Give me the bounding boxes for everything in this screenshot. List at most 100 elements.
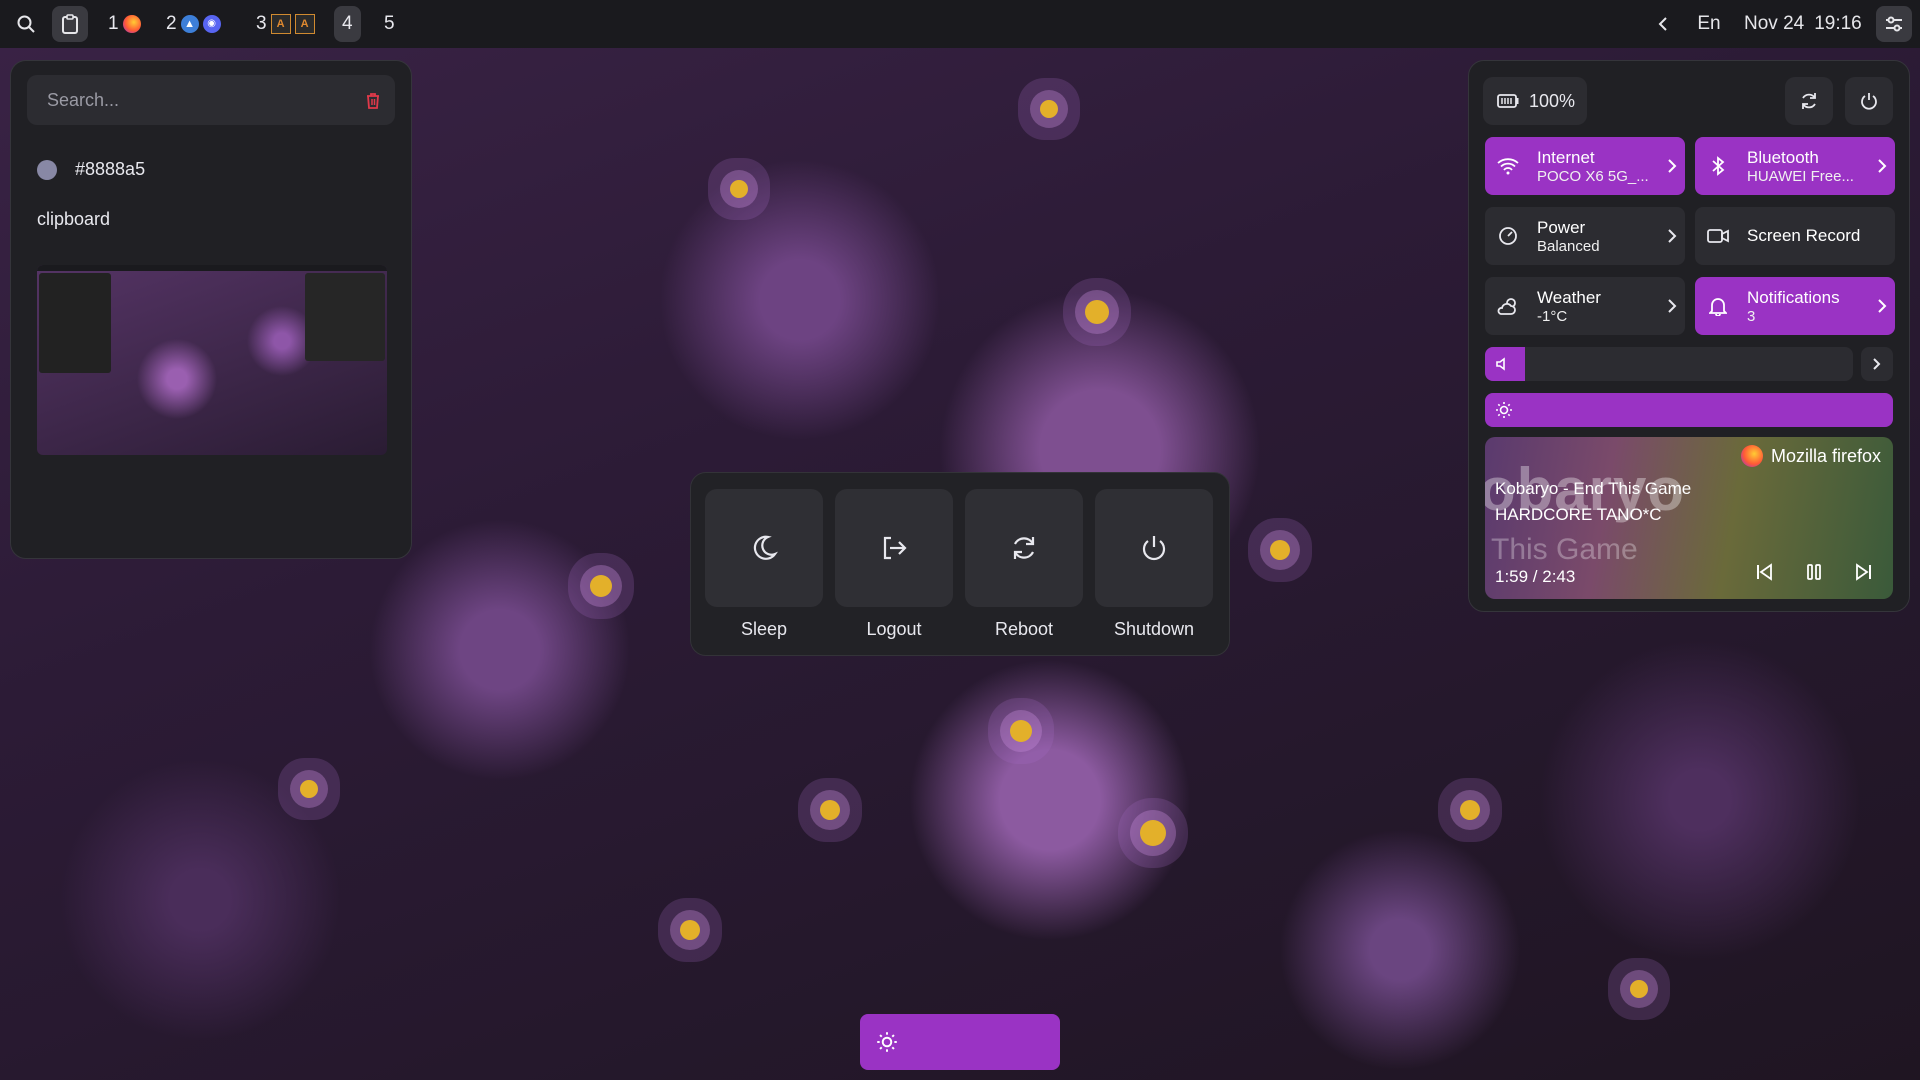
sleep-button[interactable]	[705, 489, 823, 607]
thumbnail-topbar	[37, 265, 387, 271]
chevron-right-icon[interactable]	[1659, 298, 1685, 314]
pause-icon	[1807, 564, 1821, 580]
speaker-icon	[1496, 357, 1505, 371]
power-icon	[1861, 93, 1877, 110]
clipboard-item-image[interactable]	[37, 265, 387, 455]
shutdown-label: Shutdown	[1113, 619, 1195, 639]
logout-label: Logout	[866, 619, 922, 639]
clipboard-icon[interactable]	[52, 6, 88, 42]
volume-slider[interactable]	[1485, 347, 1853, 381]
bluetooth-icon	[1707, 155, 1729, 177]
power-menu-button[interactable]	[1845, 77, 1893, 125]
workspace-5[interactable]: 5	[376, 6, 403, 42]
track-position: 1:59 / 2:43	[1495, 567, 1576, 586]
moon-icon	[753, 535, 778, 560]
workspace-number: 1	[108, 13, 119, 34]
notifications-tile[interactable]: Notifications 3	[1695, 277, 1895, 335]
brightness-osd	[860, 1014, 1060, 1070]
workspace-number: 5	[384, 13, 395, 34]
battery-icon	[1497, 94, 1519, 108]
battery-indicator: 100%	[1483, 77, 1587, 125]
workspace-number: 4	[342, 13, 353, 34]
wallpaper-flower	[1010, 720, 1032, 742]
workspace-1[interactable]: 1	[100, 6, 149, 42]
audio-output-button[interactable]	[1861, 347, 1893, 381]
next-button[interactable]	[1845, 553, 1883, 591]
app-a-icon: A	[270, 14, 291, 34]
power-menu: Sleep Logout Reboot Shutdown	[690, 472, 1230, 656]
chevron-right-icon[interactable]	[1659, 158, 1685, 174]
shutdown-button[interactable]	[1095, 489, 1213, 607]
color-swatch	[37, 159, 57, 180]
weather-icon	[1497, 295, 1519, 317]
media-player: obaryo This Game Mozilla firefox Kobaryo…	[1485, 437, 1893, 599]
bluetooth-tile[interactable]: Bluetooth HUAWEI Free...	[1695, 137, 1895, 195]
firefox-icon	[122, 15, 141, 33]
weather-tile[interactable]: Weather -1°C	[1485, 277, 1685, 335]
chevron-left-icon[interactable]	[1648, 6, 1678, 42]
language-indicator[interactable]: En	[1694, 6, 1724, 42]
reboot-button[interactable]	[965, 489, 1083, 607]
wallpaper-flower	[820, 800, 840, 820]
internet-tile[interactable]: Internet POCO X6 5G_...	[1485, 137, 1685, 195]
pause-button[interactable]	[1795, 553, 1833, 591]
tile-subtitle: -1°C	[1537, 307, 1568, 325]
clipboard-item-text: #8888a5	[75, 159, 146, 179]
tile-subtitle: Balanced	[1537, 237, 1600, 255]
wallpaper-flower	[1040, 100, 1058, 118]
wallpaper-flower	[1630, 980, 1648, 998]
logout-button[interactable]	[835, 489, 953, 607]
wallpaper-flower	[730, 180, 748, 198]
shutdown-option: Shutdown	[1095, 489, 1213, 640]
power-icon	[1142, 536, 1166, 561]
workspace-4[interactable]: 4	[334, 6, 361, 42]
workspace-2[interactable]: 2 ▲ ◉	[158, 6, 229, 42]
workspace-3[interactable]: 3 A A	[248, 6, 323, 42]
trash-icon[interactable]	[363, 90, 383, 110]
wifi-icon	[1497, 155, 1519, 177]
clock[interactable]: Nov 24 19:16	[1744, 6, 1862, 42]
power-profile-icon	[1497, 225, 1519, 247]
bell-icon	[1707, 295, 1729, 317]
wallpaper-flower	[1270, 540, 1290, 560]
brightness-slider[interactable]	[1485, 393, 1893, 427]
sleep-option: Sleep	[705, 489, 823, 640]
media-source: Mozilla firefox	[1740, 445, 1881, 467]
album-art-text: This Game	[1491, 533, 1638, 566]
logout-option: Logout	[835, 489, 953, 640]
search-icon[interactable]	[8, 6, 44, 42]
wallpaper-flower	[1085, 300, 1109, 324]
previous-button[interactable]	[1745, 553, 1783, 591]
wallpaper-flower	[300, 780, 318, 798]
thumbnail-panel	[39, 273, 111, 373]
clipboard-search	[27, 75, 395, 125]
brightness-fill	[1485, 393, 1893, 427]
wallpaper-flower	[1460, 800, 1480, 820]
tile-title: Bluetooth	[1747, 147, 1819, 167]
tile-title: Weather	[1537, 287, 1601, 307]
screen-record-tile[interactable]: Screen Record	[1695, 207, 1895, 265]
clipboard-item-color[interactable]: #8888a5	[37, 159, 145, 180]
wallpaper-flower	[680, 920, 700, 940]
sleep-label: Sleep	[740, 619, 788, 639]
sun-icon	[1496, 402, 1512, 418]
refresh-button[interactable]	[1785, 77, 1833, 125]
date-text: Nov 24	[1744, 13, 1805, 34]
power-profile-tile[interactable]: Power Balanced	[1485, 207, 1685, 265]
quick-settings-icon[interactable]	[1876, 6, 1912, 42]
sun-icon	[877, 1032, 897, 1052]
search-input[interactable]	[45, 89, 349, 112]
firefox-icon	[1740, 445, 1763, 467]
wallpaper-flower	[590, 575, 612, 597]
clipboard-item-text[interactable]: clipboard	[37, 209, 110, 230]
chevron-right-icon[interactable]	[1659, 228, 1685, 244]
arch-icon: ▲	[180, 15, 199, 33]
camera-icon	[1707, 225, 1729, 247]
tile-title: Screen Record	[1747, 226, 1861, 245]
quick-settings-panel: 100% Internet POCO X6 5G_... Bluetooth HUA…	[1468, 60, 1910, 612]
workspace-number: 3	[256, 13, 267, 34]
chevron-right-icon[interactable]	[1869, 298, 1895, 314]
refresh-icon	[1802, 93, 1816, 109]
reboot-icon	[1013, 537, 1035, 559]
chevron-right-icon[interactable]	[1869, 158, 1895, 174]
